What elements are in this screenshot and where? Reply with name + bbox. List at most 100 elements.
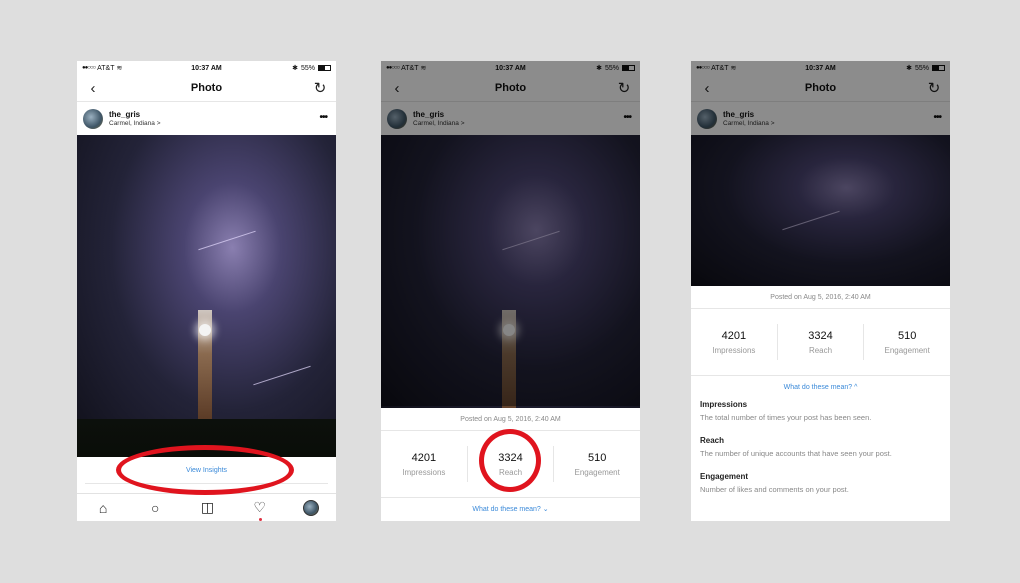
refresh-icon[interactable]: ↻ <box>617 81 631 96</box>
battery-icon <box>622 65 635 71</box>
posted-date: Posted on Aug 5, 2016, 2:40 AM <box>381 408 640 431</box>
definition-text: The total number of times your post has … <box>700 413 872 422</box>
post-photo[interactable] <box>381 135 640 408</box>
metric-label: Impressions <box>712 345 756 355</box>
what-do-these-mean-row: What do these mean? ⌄ <box>381 498 640 520</box>
what-do-these-mean-link[interactable]: What do these mean? ⌄ <box>472 505 548 513</box>
battery-icon <box>932 65 945 71</box>
signal-icon: ●●○○○ <box>386 65 400 71</box>
metric-value: 3324 <box>498 451 523 464</box>
location-link[interactable]: Carmel, Indiana > <box>723 120 775 127</box>
post-photo[interactable] <box>77 135 336 457</box>
post-header: the_gris Carmel, Indiana > ••• <box>77 102 336 135</box>
post-header: the_gris Carmel, Indiana > ••• <box>381 102 640 135</box>
refresh-icon[interactable]: ↻ <box>313 81 327 96</box>
battery-percent: 55% <box>604 64 619 72</box>
signal-icon: ●●○○○ <box>696 65 710 71</box>
metric-engagement: 510 Engagement <box>554 446 640 482</box>
metric-label: Reach <box>498 467 523 477</box>
profile-tab-avatar[interactable] <box>302 499 319 516</box>
definition-reach: Reach The number of unique accounts that… <box>700 436 941 458</box>
tab-bar: ⌂ ○ ◫ ♡ <box>77 493 336 521</box>
carrier: AT&T <box>97 64 115 72</box>
metric-value: 4201 <box>411 451 437 464</box>
refresh-icon[interactable]: ↻ <box>927 81 941 96</box>
definition-title: Reach <box>700 436 725 445</box>
page-title: Photo <box>190 82 223 94</box>
definition-impressions: Impressions The total number of times yo… <box>700 400 941 422</box>
back-arrow-icon[interactable]: ‹ <box>700 81 714 96</box>
metric-value: 3324 <box>808 329 833 342</box>
camera-icon[interactable]: ◫ <box>198 499 216 516</box>
lightning-decoration <box>253 365 311 386</box>
search-icon[interactable]: ○ <box>146 500 164 516</box>
location-link[interactable]: Carmel, Indiana > <box>413 120 465 127</box>
metric-label: Engagement <box>574 467 620 477</box>
insights-metrics: 4201 Impressions 3324 Reach 510 Engageme… <box>691 309 950 376</box>
definitions: Impressions The total number of times yo… <box>691 398 950 510</box>
view-insights-row: View Insights <box>85 457 328 484</box>
page-title: Photo <box>804 82 837 94</box>
what-do-these-mean-row: What do these mean? ^ <box>691 376 950 398</box>
post-photo[interactable] <box>691 135 950 286</box>
username[interactable]: the_gris <box>109 110 161 119</box>
wifi-icon: ≋ <box>420 65 427 72</box>
back-arrow-icon[interactable]: ‹ <box>86 81 100 96</box>
what-do-these-mean-link[interactable]: What do these mean? ^ <box>784 384 858 391</box>
lightning-decoration <box>502 230 560 251</box>
carrier: AT&T <box>401 64 419 72</box>
post-header: the_gris Carmel, Indiana > ••• <box>691 102 950 135</box>
more-options-icon[interactable]: ••• <box>933 112 941 123</box>
username[interactable]: the_gris <box>723 110 775 119</box>
username[interactable]: the_gris <box>413 110 465 119</box>
ground <box>77 419 336 457</box>
status-bar: ●●○○○ AT&T ≋ 10:37 AM ✱ 55% <box>77 61 336 75</box>
definition-engagement: Engagement Number of likes and comments … <box>700 472 941 494</box>
metric-reach: 3324 Reach <box>468 446 555 482</box>
insights-metrics: 4201 Impressions 3324 Reach 510 Engageme… <box>381 431 640 498</box>
heart-icon[interactable]: ♡ <box>251 499 269 521</box>
signal-icon: ●●○○○ <box>82 65 96 71</box>
status-bar: ●●○○○ AT&T ≋ 10:37 AM ✱ 55% <box>691 61 950 75</box>
metric-value: 510 <box>898 329 917 342</box>
bluetooth-icon: ✱ <box>596 65 602 72</box>
metric-value: 510 <box>588 451 607 464</box>
metric-impressions: 4201 Impressions <box>381 446 468 482</box>
posted-date: Posted on Aug 5, 2016, 2:40 AM <box>691 286 950 309</box>
metric-reach: 3324 Reach <box>778 324 865 360</box>
metric-value: 4201 <box>721 329 747 342</box>
home-icon[interactable]: ⌂ <box>94 500 112 516</box>
avatar[interactable] <box>697 108 717 129</box>
metric-label: Engagement <box>884 345 930 355</box>
lightning-decoration <box>198 230 256 251</box>
battery-percent: 55% <box>300 64 315 72</box>
back-arrow-icon[interactable]: ‹ <box>390 81 404 96</box>
nav-bar: ‹ Photo ↻ <box>381 75 640 102</box>
metric-engagement: 510 Engagement <box>864 324 950 360</box>
metric-impressions: 4201 Impressions <box>691 324 778 360</box>
wifi-icon: ≋ <box>730 65 737 72</box>
more-options-icon[interactable]: ••• <box>319 112 327 123</box>
wifi-icon: ≋ <box>116 65 123 72</box>
phone-screen-2: ●●○○○ AT&T ≋ 10:37 AM ✱ 55% ‹ Photo ↻ the_g… <box>381 61 640 521</box>
status-bar: ●●○○○ AT&T ≋ 10:37 AM ✱ 55% <box>381 61 640 75</box>
battery-icon <box>318 65 331 71</box>
definition-title: Engagement <box>700 472 749 481</box>
bluetooth-icon: ✱ <box>292 65 298 72</box>
nav-bar: ‹ Photo ↻ <box>77 75 336 102</box>
avatar[interactable] <box>83 108 103 129</box>
lightning-decoration <box>782 210 840 231</box>
location-link[interactable]: Carmel, Indiana > <box>109 120 161 127</box>
bluetooth-icon: ✱ <box>906 65 912 72</box>
view-insights-link[interactable]: View Insights <box>186 467 227 474</box>
battery-percent: 55% <box>914 64 929 72</box>
definition-title: Impressions <box>700 400 748 409</box>
phone-screen-1: ●●○○○ AT&T ≋ 10:37 AM ✱ 55% ‹ Photo ↻ the_g… <box>77 61 336 521</box>
more-options-icon[interactable]: ••• <box>623 112 631 123</box>
definition-text: The number of unique accounts that have … <box>700 449 892 458</box>
page-title: Photo <box>494 82 527 94</box>
avatar[interactable] <box>387 108 407 129</box>
clock-tower <box>502 310 516 408</box>
nav-bar: ‹ Photo ↻ <box>691 75 950 102</box>
metric-label: Impressions <box>402 467 446 477</box>
